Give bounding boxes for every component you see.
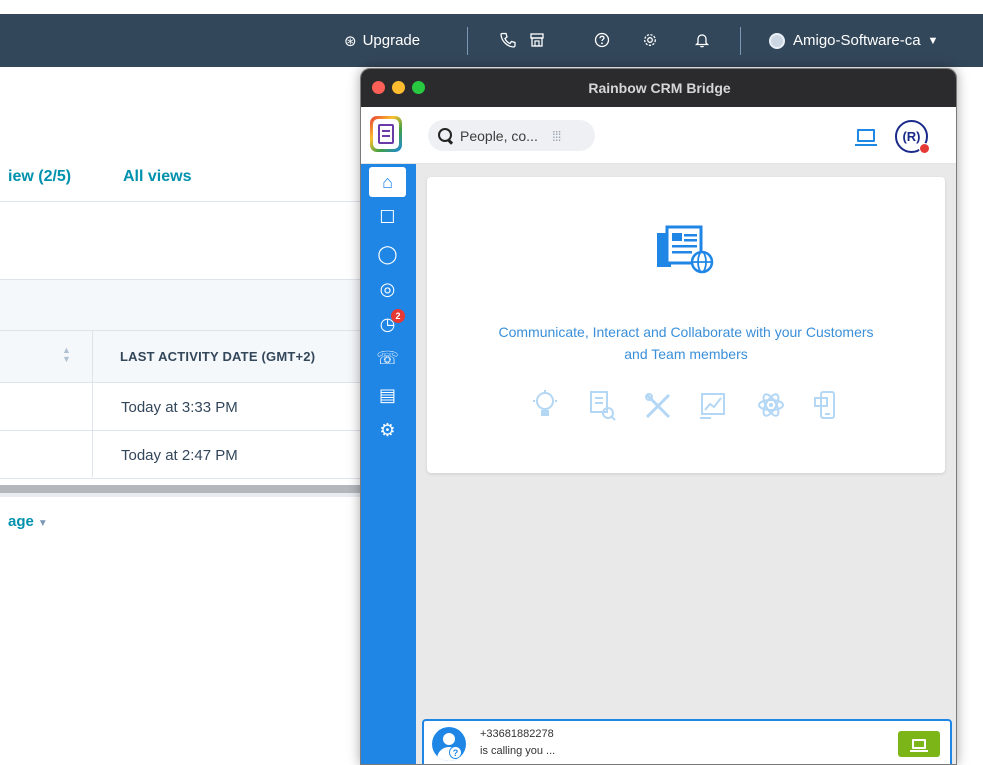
atom-icon [753, 387, 789, 423]
bell-icon[interactable] [690, 26, 714, 54]
computer-icon [910, 739, 928, 752]
caller-number: +33681882278 [480, 728, 554, 740]
incoming-call-banner[interactable]: ? +33681882278 is calling you ... [422, 719, 952, 764]
nav-home-icon[interactable]: ⌂ [369, 167, 406, 197]
sort-icon[interactable]: ▲ ▼ [62, 346, 71, 364]
welcome-text: Communicate, Interact and Collaborate wi… [457, 321, 915, 365]
account-name: Amigo-Software-ca [793, 32, 921, 49]
per-page-label: age [8, 513, 34, 530]
chart-icon [696, 387, 732, 423]
phone-icon[interactable] [496, 26, 520, 54]
search-placeholder: People, co... [460, 127, 538, 144]
mobile-icon [809, 387, 845, 423]
nav-notes-icon[interactable]: ▤ [369, 380, 406, 410]
filter-bar [0, 279, 370, 331]
dialpad-icon[interactable]: ⁞⁞⁞ [552, 128, 562, 144]
web-document-icon [657, 225, 714, 274]
user-avatar[interactable]: (R) [895, 120, 930, 154]
search-icon [438, 128, 453, 143]
nav-conversations-icon[interactable]: ☐ [369, 202, 406, 232]
welcome-text-line: and Team members [624, 346, 748, 362]
settings-icon[interactable] [638, 26, 662, 54]
help-icon[interactable] [590, 26, 614, 54]
tab-view[interactable]: iew (2/5) [8, 168, 71, 186]
chevron-down-icon: ▼ [37, 518, 48, 529]
nav-contacts-icon[interactable]: ◎ [369, 274, 406, 304]
upgrade-icon: ⊛ [344, 32, 357, 50]
table-row[interactable]: Today at 2:47 PM [0, 431, 370, 479]
last-activity-cell: Today at 3:33 PM [121, 399, 238, 416]
feature-icons [527, 387, 845, 427]
chevron-down-icon: ▼ [927, 34, 939, 47]
document-icon [378, 124, 394, 144]
presence-indicator [919, 143, 930, 154]
idea-icon [527, 387, 563, 423]
rainbow-header: People, co... ⁞⁞⁞ (R) [361, 107, 956, 164]
rainbow-window: Rainbow CRM Bridge People, co... ⁞⁞⁞ (R)… [360, 68, 957, 765]
account-menu[interactable]: Amigo-Software-ca ▼ [769, 14, 938, 67]
laptop-icon[interactable] [855, 129, 877, 146]
welcome-text-line: Communicate, Interact and Collaborate wi… [498, 324, 874, 340]
upgrade-label: Upgrade [362, 32, 421, 49]
window-title: Rainbow CRM Bridge [588, 80, 731, 96]
column-header-last-activity[interactable]: LAST ACTIVITY DATE (GMT+2) [120, 349, 315, 364]
analytics-icon [583, 387, 619, 423]
nav-bubbles-icon[interactable]: ◯ [369, 239, 406, 269]
missed-calls-badge: 2 [391, 309, 405, 323]
horizontal-scrollbar[interactable] [0, 485, 370, 493]
marketplace-icon[interactable] [525, 26, 549, 54]
last-activity-cell: Today at 2:47 PM [121, 447, 238, 464]
divider [0, 201, 370, 202]
divider [467, 27, 468, 55]
unknown-caller-icon: ? [449, 746, 462, 759]
welcome-card: Communicate, Interact and Collaborate wi… [427, 177, 945, 473]
window-titlebar[interactable]: Rainbow CRM Bridge [361, 69, 956, 107]
upgrade-button[interactable]: ⊛ Upgrade [344, 14, 420, 67]
tab-all-views[interactable]: All views [123, 168, 191, 186]
call-status: is calling you ... [480, 745, 556, 757]
avatar-initials: (R) [902, 129, 921, 144]
table-row[interactable]: Today at 3:33 PM [0, 383, 370, 431]
scrollbar-track [0, 493, 370, 497]
divider [740, 27, 741, 55]
account-avatar [769, 32, 785, 49]
caller-avatar: ? [432, 727, 466, 761]
nav-settings-icon[interactable]: ⚙ [369, 415, 406, 445]
search-input[interactable]: People, co... ⁞⁞⁞ [428, 120, 595, 151]
answer-call-button[interactable] [898, 731, 940, 757]
tools-icon [640, 387, 676, 423]
rainbow-logo [370, 116, 402, 152]
nav-phone-star-icon[interactable]: ☏ [369, 343, 406, 373]
per-page-dropdown[interactable]: age ▼ [8, 513, 48, 530]
